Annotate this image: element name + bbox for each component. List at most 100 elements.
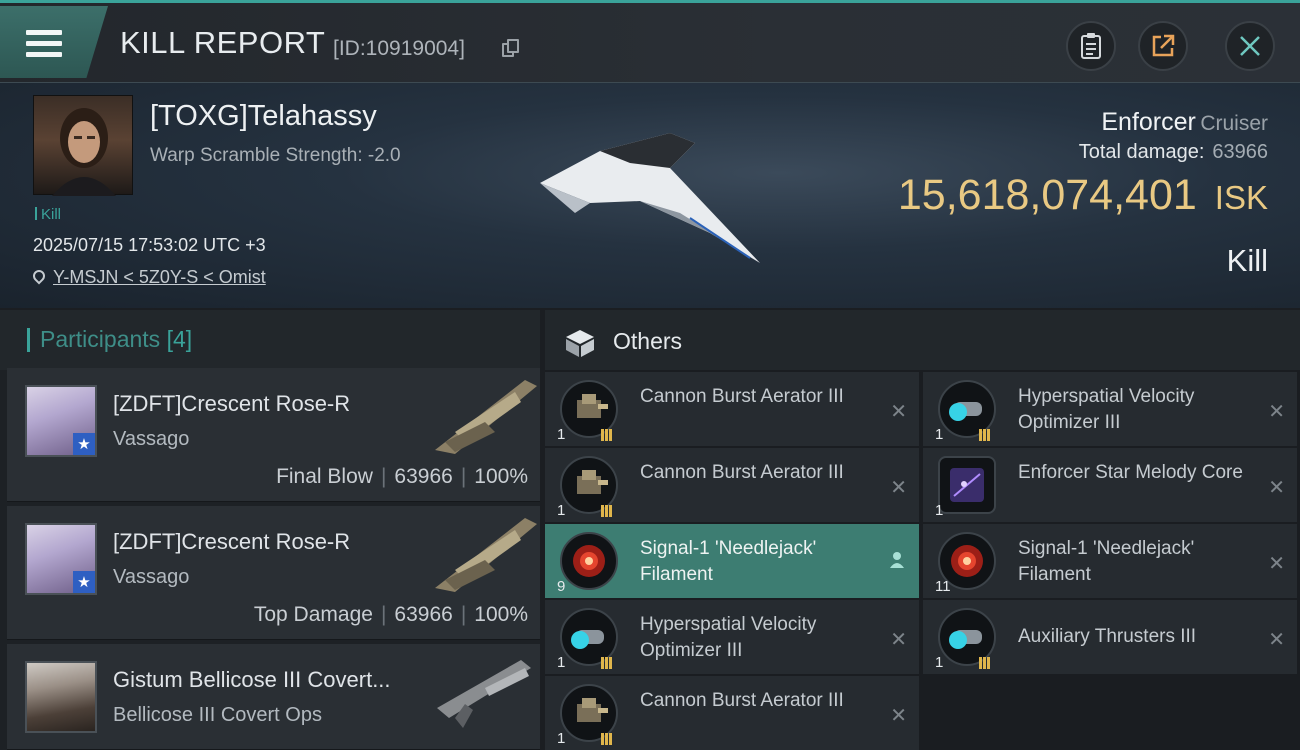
item-quantity: 1	[557, 730, 566, 747]
participant-ship: Vassago	[113, 428, 190, 450]
loot-item[interactable]: 1 Cannon Burst Aerator III ✕	[545, 448, 919, 522]
item-quantity: 11	[935, 578, 951, 595]
item-quantity: 1	[557, 502, 566, 519]
participant-name: [ZDFT]Crescent Rose-R	[113, 529, 351, 554]
destroyed-x-icon: ✕	[890, 627, 907, 651]
star-badge-icon: ★	[73, 433, 95, 455]
total-damage: Total damage: 63966	[1079, 141, 1268, 164]
item-quantity: 1	[935, 654, 944, 671]
item-quantity: 1	[935, 426, 944, 443]
item-quantity: 9	[557, 578, 566, 595]
ship-name: Enforcer	[1101, 108, 1196, 136]
item-name: Hyperspatial Velocity Optimizer III	[640, 614, 817, 661]
item-quantity: 1	[557, 654, 566, 671]
item-name: Cannon Burst Aerator III	[640, 462, 844, 483]
filament-icon	[560, 532, 618, 590]
warp-scramble-strength: Warp Scramble Strength: -2.0	[150, 145, 401, 166]
victim-ship-render	[540, 133, 760, 263]
destroyed-x-icon: ✕	[1268, 551, 1285, 575]
victim-name: [TOXG]Telahassy	[150, 100, 377, 132]
participant-role: Top Damage	[253, 603, 373, 626]
hamburger-menu-icon	[26, 30, 62, 58]
loot-item[interactable]: 1 Cannon Burst Aerator III ✕	[545, 372, 919, 446]
participants-count: [4]	[166, 326, 193, 352]
menu-button[interactable]	[0, 6, 108, 78]
tier-icon	[601, 502, 615, 517]
item-name: Signal-1 'Needlejack' Filament	[1018, 538, 1195, 585]
page-title: KILL REPORT	[120, 25, 326, 60]
item-name: Cannon Burst Aerator III	[640, 690, 844, 711]
loot-item[interactable]: 1 Hyperspatial Velocity Optimizer III ✕	[545, 600, 919, 674]
participants-header: Participants [4]	[0, 310, 540, 370]
kill-result: Kill	[1226, 243, 1268, 278]
participant-ship-render	[437, 660, 531, 728]
destroyed-x-icon: ✕	[1268, 475, 1285, 499]
participants-panel: Participants [4] ★ [ZDFT]Crescent Rose-R…	[0, 310, 540, 750]
loot-item[interactable]: 9 Signal-1 'Needlejack' Filament	[545, 524, 919, 598]
isk-value-line: 15,618,074,401 ISK	[898, 171, 1268, 220]
participant-ship-render	[435, 380, 537, 454]
loot-item[interactable]: 1 Enforcer Star Melody Core ✕	[923, 448, 1297, 522]
participant-avatar: ★	[25, 523, 97, 595]
participant-ship: Bellicose III Covert Ops	[113, 704, 322, 726]
others-title: Others	[613, 328, 683, 354]
tier-icon	[979, 654, 993, 669]
item-name: Hyperspatial Velocity Optimizer III	[1018, 386, 1195, 433]
tier-icon	[601, 426, 615, 441]
participant-name: Gistum Bellicose III Covert...	[113, 667, 391, 692]
participant-card[interactable]: ★ [ZDFT]Crescent Rose-R Vassago Final Bl…	[7, 368, 540, 502]
participant-percent: 100%	[474, 465, 528, 488]
loot-item[interactable]: 1 Cannon Burst Aerator III ✕	[545, 676, 919, 750]
participant-stats: Top Damage | 63966 | 100%	[253, 603, 528, 626]
close-button[interactable]	[1225, 21, 1275, 71]
isk-value: 15,618,074,401	[897, 171, 1197, 219]
others-panel: Others 1 Cannon Burst Aerator III ✕ 1 Ca…	[545, 310, 1300, 750]
report-id: [ID:10919004]	[333, 37, 465, 60]
item-name: Cannon Burst Aerator III	[640, 386, 844, 407]
location-link[interactable]: Y-MSJN < 5Z0Y-S < Omist	[30, 267, 266, 288]
top-bar: KILL REPORT [ID:10919004]	[0, 0, 1300, 82]
ship-class: Cruiser	[1200, 112, 1268, 135]
participant-card[interactable]: ★ [ZDFT]Crescent Rose-R Vassago Top Dama…	[7, 506, 540, 640]
portrait-figure	[52, 108, 116, 196]
tier-icon	[601, 730, 615, 745]
clipboard-button[interactable]	[1066, 21, 1116, 71]
total-damage-label: Total damage:	[1078, 141, 1205, 163]
participant-avatar: ★	[25, 385, 97, 457]
destroyed-x-icon: ✕	[1268, 627, 1285, 651]
loot-item[interactable]: 11 Signal-1 'Needlejack' Filament ✕	[923, 524, 1297, 598]
destroyed-x-icon: ✕	[890, 703, 907, 727]
header-accent-bar	[27, 328, 30, 352]
participant-stats: Final Blow | 63966 | 100%	[276, 465, 528, 488]
cargo-box-icon	[566, 330, 594, 357]
loot-item[interactable]: 1 Auxiliary Thrusters III ✕	[923, 600, 1297, 674]
participant-role: Final Blow	[276, 465, 373, 488]
share-button[interactable]	[1138, 21, 1188, 71]
item-quantity: 1	[935, 502, 944, 519]
ship-type: Enforcer Cruiser	[1101, 108, 1268, 137]
participant-avatar	[25, 661, 97, 733]
loot-item[interactable]: 1 Hyperspatial Velocity Optimizer III ✕	[923, 372, 1297, 446]
kill-datetime: 2025/07/15 17:53:02 UTC +3	[33, 235, 266, 255]
participant-damage: 63966	[394, 465, 453, 488]
participant-card[interactable]: Gistum Bellicose III Covert... Bellicose…	[7, 644, 540, 750]
core-icon	[938, 456, 996, 514]
participant-ship: Vassago	[113, 566, 190, 588]
copy-icon[interactable]	[502, 39, 520, 59]
person-icon[interactable]	[889, 551, 905, 569]
isk-unit: ISK	[1214, 179, 1268, 216]
victim-panel: [TOXG]Telahassy Warp Scramble Strength: …	[0, 82, 1300, 308]
victim-avatar[interactable]	[33, 95, 133, 196]
kill-tag: Kill	[35, 206, 61, 223]
star-badge-icon: ★	[73, 571, 95, 593]
clipboard-icon	[1081, 33, 1101, 59]
participant-damage: 63966	[394, 603, 453, 626]
destroyed-x-icon: ✕	[1268, 399, 1285, 423]
participants-label: Participants	[40, 326, 161, 352]
destroyed-x-icon: ✕	[890, 399, 907, 423]
participant-name: [ZDFT]Crescent Rose-R	[113, 391, 351, 416]
location-pin-icon	[30, 267, 48, 285]
close-icon	[1240, 36, 1260, 56]
destroyed-x-icon: ✕	[890, 475, 907, 499]
item-quantity: 1	[557, 426, 566, 443]
